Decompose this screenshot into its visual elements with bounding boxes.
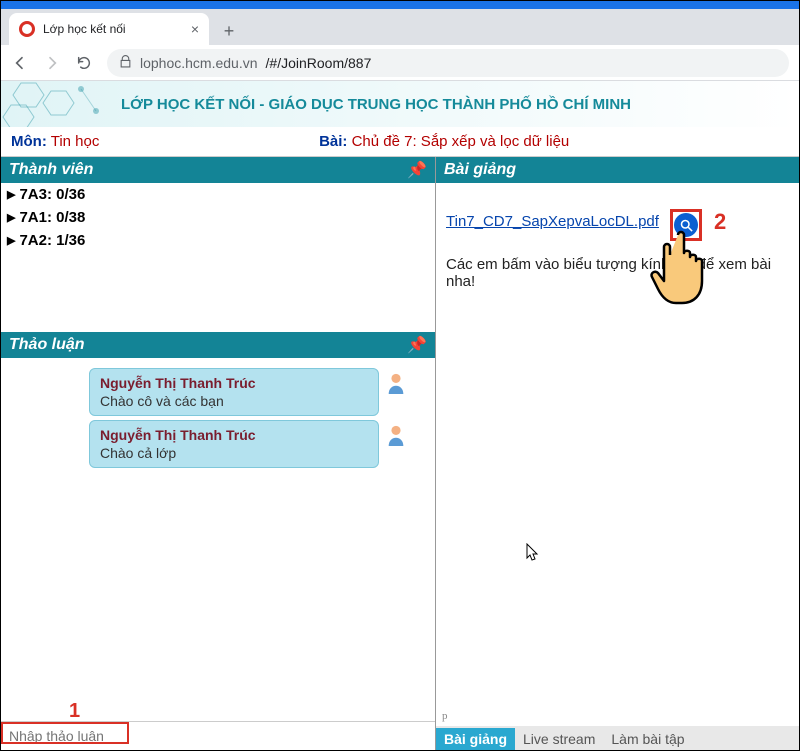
- annotation-2: 2: [714, 209, 726, 235]
- window-top-bar: [1, 1, 799, 9]
- browser-tab[interactable]: Lớp học kết nối ×: [9, 13, 209, 45]
- address-bar[interactable]: lophoc.hcm.edu.vn /#/JoinRoom/887: [107, 49, 789, 77]
- member-row[interactable]: ▶7A2: 1/36: [1, 229, 435, 252]
- tab-title: Lớp học kết nối: [43, 22, 126, 36]
- member-row[interactable]: ▶7A1: 0/38: [1, 206, 435, 229]
- url-path: /#/JoinRoom/887: [266, 55, 372, 71]
- lecture-text: Các em bấm vào biểu tượng kính lúp để xe…: [446, 256, 789, 290]
- lecture-header: Bài giảng: [436, 157, 799, 183]
- message-author: Nguyễn Thị Thanh Trúc: [100, 427, 368, 443]
- lock-icon: [119, 55, 132, 71]
- annotation-2-box: [670, 209, 702, 241]
- caret-icon: ▶: [7, 188, 15, 201]
- search-icon: [679, 218, 694, 233]
- message-bubble: Nguyễn Thị Thanh Trúc Chào cô và các bạn: [89, 368, 379, 416]
- new-tab-button[interactable]: +: [215, 17, 243, 45]
- discussion-header: Thảo luận 📌: [1, 332, 435, 358]
- input-row: 1: [1, 721, 435, 750]
- tab-strip: Lớp học kết nối × +: [1, 9, 799, 45]
- pin-icon[interactable]: 📌: [407, 160, 427, 180]
- discussion-input[interactable]: [5, 724, 431, 748]
- header-decoration: [1, 81, 111, 127]
- url-host: lophoc.hcm.edu.vn: [140, 55, 258, 71]
- tab-lecture[interactable]: Bài giảng: [436, 728, 515, 750]
- lecture-content: Tin7_CD7_SapXepvaLocDL.pdf 2 Các em bấm …: [436, 183, 799, 300]
- cursor-icon: [526, 543, 540, 563]
- message: Nguyễn Thị Thanh Trúc Chào cô và các bạn: [9, 368, 427, 416]
- left-column: Thành viên 📌 ▶7A3: 0/36 ▶7A1: 0/38 ▶7A2:…: [1, 157, 436, 750]
- discussion-panel: Nguyễn Thị Thanh Trúc Chào cô và các bạn…: [1, 358, 435, 750]
- messages-list: Nguyễn Thị Thanh Trúc Chào cô và các bạn…: [1, 358, 435, 721]
- lesson-label: Bài: Chủ đề 7: Sắp xếp và lọc dữ liệu: [319, 133, 569, 150]
- tab-stream[interactable]: Live stream: [515, 728, 603, 750]
- message-author: Nguyễn Thị Thanh Trúc: [100, 375, 368, 391]
- caret-icon: ▶: [7, 234, 15, 247]
- close-icon[interactable]: ×: [191, 21, 199, 37]
- magnify-button[interactable]: [674, 213, 698, 237]
- right-column: Bài giảng Tin7_CD7_SapXepvaLocDL.pdf 2 C…: [436, 157, 799, 750]
- page-title: LỚP HỌC KẾT NỐI - GIÁO DỤC TRUNG HỌC THÀ…: [121, 96, 631, 113]
- back-button[interactable]: [11, 54, 29, 72]
- pdf-link[interactable]: Tin7_CD7_SapXepvaLocDL.pdf: [446, 213, 659, 230]
- tab-exercise[interactable]: Làm bài tập: [603, 728, 692, 750]
- message-text: Chào cô và các bạn: [100, 393, 368, 409]
- annotation-1: 1: [69, 700, 80, 723]
- pin-icon[interactable]: 📌: [407, 335, 427, 355]
- message: Nguyễn Thị Thanh Trúc Chào cả lớp: [9, 420, 427, 468]
- member-row[interactable]: ▶7A3: 0/36: [1, 183, 435, 206]
- members-header: Thành viên 📌: [1, 157, 435, 183]
- toolbar: lophoc.hcm.edu.vn /#/JoinRoom/887: [1, 45, 799, 81]
- caret-icon: ▶: [7, 211, 15, 224]
- page-header: LỚP HỌC KẾT NỐI - GIÁO DỤC TRUNG HỌC THÀ…: [1, 81, 799, 127]
- bottom-tabs: p Bài giảng Live stream Làm bài tập: [436, 726, 799, 750]
- main-area: Thành viên 📌 ▶7A3: 0/36 ▶7A1: 0/38 ▶7A2:…: [1, 157, 799, 750]
- path-indicator: p: [442, 710, 448, 722]
- members-list: ▶7A3: 0/36 ▶7A1: 0/38 ▶7A2: 1/36: [1, 183, 435, 252]
- message-text: Chào cả lớp: [100, 445, 368, 461]
- message-bubble: Nguyễn Thị Thanh Trúc Chào cả lớp: [89, 420, 379, 468]
- info-bar: Môn: Tin học Bài: Chủ đề 7: Sắp xếp và l…: [1, 127, 799, 157]
- forward-button[interactable]: [43, 54, 61, 72]
- reload-button[interactable]: [75, 54, 93, 72]
- avatar-icon: [385, 424, 407, 446]
- favicon-icon: [19, 21, 35, 37]
- avatar-icon: [385, 372, 407, 394]
- subject-label: Môn: Tin học: [11, 133, 99, 150]
